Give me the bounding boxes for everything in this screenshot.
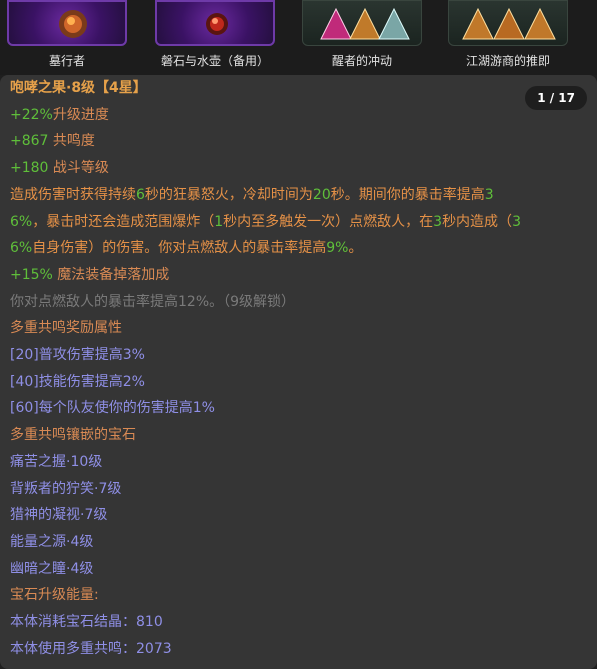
stat-resonance: +867 共鸣度 bbox=[10, 133, 95, 150]
socketed-gem: 痛苦之握·10级 bbox=[10, 453, 103, 470]
effect-line-1: 造成伤害时获得持续6秒的狂暴怒火，冷却时间为20秒。期间你的暴击率提高3 bbox=[10, 186, 494, 203]
gem-title: 咆哮之果·8级【4星】 bbox=[10, 80, 147, 96]
gem-slot-2[interactable]: 磐石与水壶（备用） bbox=[155, 0, 275, 75]
gem-thumbnail bbox=[7, 0, 127, 46]
socketed-gem: 幽暗之瞳·4级 bbox=[10, 560, 94, 577]
gem-thumbnail bbox=[155, 0, 275, 46]
stat-progress: +22%升级进度 bbox=[10, 106, 109, 123]
effect-line-2: 6%，暴击时还会造成范围爆炸（1秒内至多触发一次）点燃敌人，在3秒内造成（3 bbox=[10, 213, 521, 230]
ember-orb-icon bbox=[59, 10, 87, 38]
gem-label: 江湖游商的推即 bbox=[465, 54, 550, 68]
effect-line-3: 6%自身伤害）的伤害。你对点燃敌人的暴击率提高9%。 bbox=[10, 240, 363, 257]
locked-effect: 你对点燃敌人的暴击率提高12%。（9级解锁） bbox=[10, 293, 296, 310]
red-orb-icon bbox=[206, 13, 228, 35]
gem-label: 磐石与水壶（备用） bbox=[160, 54, 269, 68]
socketed-gem: 猎神的凝视·7级 bbox=[10, 507, 108, 524]
stat-magic-find: +15% 魔法装备掉落加成 bbox=[10, 266, 170, 283]
energy-crystal-cost: 本体消耗宝石结晶：810 bbox=[10, 614, 163, 630]
bonus-item: [20]普攻伤害提高3% bbox=[10, 347, 145, 363]
socketed-gem: 背叛者的狞笑·7级 bbox=[10, 480, 122, 497]
tri-gem-icon bbox=[462, 7, 556, 40]
energy-header: 宝石升级能量: bbox=[10, 587, 99, 604]
tri-gem-icon bbox=[320, 7, 410, 40]
gem-slot-1[interactable]: 墓行者 bbox=[7, 0, 127, 75]
gem-slot-3[interactable]: 醒者的冲动 bbox=[302, 0, 422, 75]
gem-slot-4[interactable]: 江湖游商的推即 bbox=[448, 0, 568, 75]
bonus-header: 多重共鸣奖励属性 bbox=[10, 320, 122, 337]
bonus-item: [40]技能伤害提高2% bbox=[10, 373, 145, 390]
socket-header: 多重共鸣镶嵌的宝石 bbox=[10, 427, 136, 444]
gem-strip: 墓行者 磐石与水壶（备用） 醒者的冲动 江湖游商的推即 bbox=[0, 0, 597, 75]
gem-thumbnail bbox=[448, 0, 568, 46]
gem-tooltip: 1 / 17 咆哮之果·8级【4星】 +22%升级进度 +867 共鸣度 +18… bbox=[0, 75, 597, 669]
energy-resonance-used: 本体使用多重共鸣：2073 bbox=[10, 640, 172, 657]
bonus-item: [60]每个队友使你的伤害提高1% bbox=[10, 400, 215, 417]
socketed-gem: 能量之源·4级 bbox=[10, 533, 94, 550]
stat-combat-level: +180 战斗等级 bbox=[10, 160, 109, 177]
gem-label: 醒者的冲动 bbox=[331, 54, 392, 68]
gem-thumbnail bbox=[302, 0, 422, 46]
gem-label: 墓行者 bbox=[48, 54, 85, 68]
page-counter: 1 / 17 bbox=[525, 86, 587, 110]
